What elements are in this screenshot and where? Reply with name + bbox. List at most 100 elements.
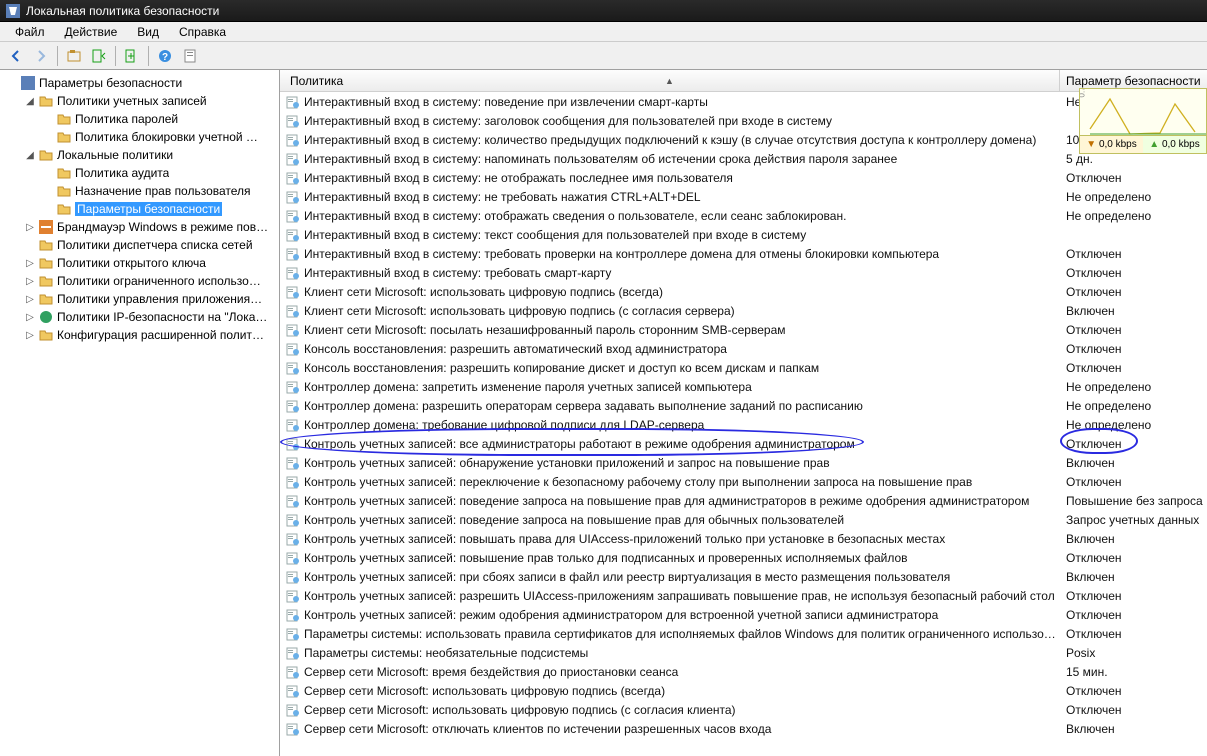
tree-item[interactable]: ◢Локальные политики — [0, 146, 279, 164]
policy-row[interactable]: Контроль учетных записей: поведение запр… — [280, 491, 1207, 510]
tb-icon-3[interactable] — [179, 45, 201, 67]
policy-name: Интерактивный вход в систему: напоминать… — [302, 152, 1060, 166]
tree-item[interactable]: Назначение прав пользователя — [0, 182, 279, 200]
back-button[interactable] — [5, 45, 27, 67]
policy-row[interactable]: Интерактивный вход в систему: отображать… — [280, 206, 1207, 225]
netmon-graph: 0.7K — [1080, 89, 1206, 135]
tree-item[interactable]: Политика паролей — [0, 110, 279, 128]
policy-row[interactable]: Интерактивный вход в систему: требовать … — [280, 263, 1207, 282]
policy-row[interactable]: Сервер сети Microsoft: время бездействия… — [280, 662, 1207, 681]
policy-row[interactable]: Контроль учетных записей: при сбоях запи… — [280, 567, 1207, 586]
policy-row[interactable]: Интерактивный вход в систему: заголовок … — [280, 111, 1207, 130]
menu-view[interactable]: Вид — [127, 25, 169, 39]
policy-name: Параметры системы: использовать правила … — [302, 627, 1060, 641]
help-button[interactable]: ? — [154, 45, 176, 67]
column-header-policy[interactable]: Политика ▲ — [280, 70, 1060, 91]
menu-action[interactable]: Действие — [55, 25, 128, 39]
menu-help[interactable]: Справка — [169, 25, 236, 39]
tree-item[interactable]: ▷Политики IP-безопасности на "Лока… — [0, 308, 279, 326]
policy-row[interactable]: Интерактивный вход в систему: напоминать… — [280, 149, 1207, 168]
tree-item[interactable]: ▷Политики ограниченного использо… — [0, 272, 279, 290]
tree-twisty-icon[interactable]: ▷ — [22, 258, 38, 269]
netmon-download: ▼ 0,0 kbps — [1080, 135, 1143, 153]
policy-name: Контроль учетных записей: все администра… — [302, 437, 1060, 451]
policy-row[interactable]: Контроль учетных записей: обнаружение ус… — [280, 453, 1207, 472]
folder-icon — [38, 237, 54, 253]
policy-row[interactable]: Параметры системы: использовать правила … — [280, 624, 1207, 643]
policy-row[interactable]: Интерактивный вход в систему: текст сооб… — [280, 225, 1207, 244]
folder-icon — [38, 309, 54, 325]
tree-twisty-icon[interactable]: ▷ — [22, 276, 38, 287]
policy-name: Контроллер домена: запретить изменение п… — [302, 380, 1060, 394]
policy-row[interactable]: Интерактивный вход в систему: поведение … — [280, 92, 1207, 111]
policy-row[interactable]: Контроллер домена: разрешить операторам … — [280, 396, 1207, 415]
policy-name: Клиент сети Microsoft: посылать незашифр… — [302, 323, 1060, 337]
policy-item-icon — [284, 684, 302, 698]
policy-row[interactable]: Клиент сети Microsoft: использовать цифр… — [280, 301, 1207, 320]
tree-twisty-icon[interactable]: ▷ — [22, 330, 38, 341]
tree-item[interactable]: Политики диспетчера списка сетей — [0, 236, 279, 254]
policy-item-icon — [284, 627, 302, 641]
policy-row[interactable]: Контроль учетных записей: режим одобрени… — [280, 605, 1207, 624]
policy-row[interactable]: Сервер сети Microsoft: использовать цифр… — [280, 681, 1207, 700]
policy-row[interactable]: Консоль восстановления: разрешить копиро… — [280, 358, 1207, 377]
tree-twisty-icon[interactable]: ◢ — [22, 96, 38, 107]
tree-twisty-icon[interactable]: ◢ — [22, 150, 38, 161]
policy-row[interactable]: Интерактивный вход в систему: требовать … — [280, 244, 1207, 263]
tree-item[interactable]: Политика аудита — [0, 164, 279, 182]
policy-item-icon — [284, 361, 302, 375]
tree-twisty-icon[interactable]: ▷ — [22, 312, 38, 323]
tree-item[interactable]: Политика блокировки учетной … — [0, 128, 279, 146]
policy-row[interactable]: Сервер сети Microsoft: отключать клиенто… — [280, 719, 1207, 738]
policy-row[interactable]: Клиент сети Microsoft: использовать цифр… — [280, 282, 1207, 301]
policy-item-icon — [284, 95, 302, 109]
policy-name: Сервер сети Microsoft: использовать цифр… — [302, 684, 1060, 698]
policy-row[interactable]: Контроль учетных записей: переключение к… — [280, 472, 1207, 491]
tree-item[interactable]: ▷Политики управления приложения… — [0, 290, 279, 308]
tree-item[interactable]: ▷Политики открытого ключа — [0, 254, 279, 272]
forward-button[interactable] — [30, 45, 52, 67]
policy-row[interactable]: Контроль учетных записей: поведение запр… — [280, 510, 1207, 529]
tree-twisty-icon[interactable]: ▷ — [22, 222, 38, 233]
policy-row[interactable]: Сервер сети Microsoft: использовать цифр… — [280, 700, 1207, 719]
policy-name: Контроллер домена: разрешить операторам … — [302, 399, 1060, 413]
policy-value: Не определено — [1060, 380, 1207, 394]
policy-row[interactable]: Контроль учетных записей: разрешить UIAc… — [280, 586, 1207, 605]
policy-row[interactable]: Контроль учетных записей: повышение прав… — [280, 548, 1207, 567]
policy-name: Контроль учетных записей: разрешить UIAc… — [302, 589, 1060, 603]
policy-row[interactable]: Интерактивный вход в систему: не отображ… — [280, 168, 1207, 187]
policy-row[interactable]: Параметры системы: необязательные подсис… — [280, 643, 1207, 662]
folder-icon — [56, 183, 72, 199]
policy-item-icon — [284, 475, 302, 489]
policy-row[interactable]: Контроллер домена: требование цифровой п… — [280, 415, 1207, 434]
navigation-tree[interactable]: Параметры безопасности ◢ Политики учетных … — [0, 70, 280, 756]
policy-list[interactable]: Интерактивный вход в систему: поведение … — [280, 92, 1207, 756]
policy-row[interactable]: Контроллер домена: запретить изменение п… — [280, 377, 1207, 396]
tree-item[interactable]: Параметры безопасности — [0, 200, 279, 218]
tree-item[interactable]: ▷Конфигурация расширенной полит… — [0, 326, 279, 344]
policy-item-icon — [284, 665, 302, 679]
policy-value: Отключен — [1060, 684, 1207, 698]
policy-value: Отключен — [1060, 627, 1207, 641]
policy-row[interactable]: Контроль учетных записей: повышать права… — [280, 529, 1207, 548]
tree-twisty-icon[interactable]: ▷ — [22, 294, 38, 305]
policy-row[interactable]: Интерактивный вход в систему: не требова… — [280, 187, 1207, 206]
tree-item[interactable]: ◢ Политики учетных записей — [0, 92, 279, 110]
policy-item-icon — [284, 703, 302, 717]
tree-item[interactable]: ▷Брандмауэр Windows в режиме пов… — [0, 218, 279, 236]
tb-icon-2[interactable] — [121, 45, 143, 67]
policy-row[interactable]: Контроль учетных записей: все администра… — [280, 434, 1207, 453]
netmon-upload: ▲ 0,0 kbps — [1143, 135, 1206, 153]
tb-icon-1[interactable] — [63, 45, 85, 67]
policy-row[interactable]: Клиент сети Microsoft: посылать незашифр… — [280, 320, 1207, 339]
export-list-button[interactable] — [88, 45, 110, 67]
folder-icon — [56, 165, 72, 181]
list-header: Политика ▲ Параметр безопасности — [280, 70, 1207, 92]
tree-item[interactable]: Параметры безопасности — [0, 74, 279, 92]
policy-row[interactable]: Интерактивный вход в систему: количество… — [280, 130, 1207, 149]
policy-row[interactable]: Консоль восстановления: разрешить автома… — [280, 339, 1207, 358]
policy-item-icon — [284, 646, 302, 660]
tree-item-label: Политики учетных записей — [57, 94, 207, 108]
menu-file[interactable]: Файл — [5, 25, 55, 39]
policy-item-icon — [284, 152, 302, 166]
